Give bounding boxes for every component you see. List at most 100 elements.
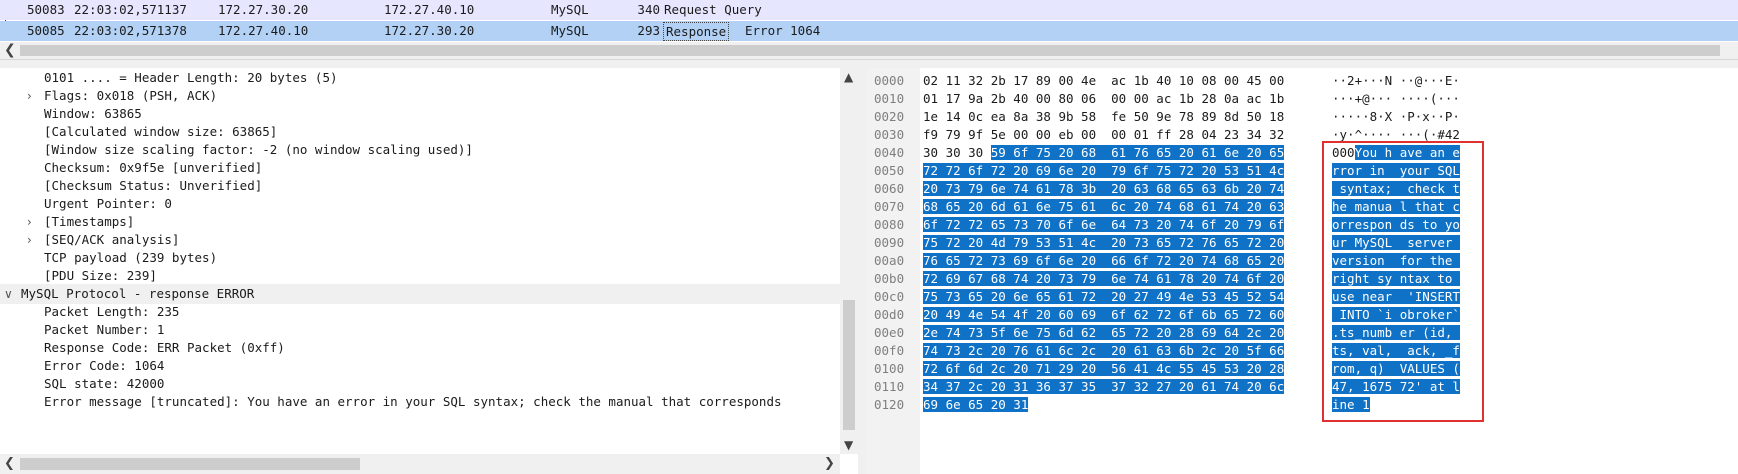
- hex-bytes-line[interactable]: 76 65 72 73 69 6f 6e 20 66 6f 72 20 74 6…: [923, 251, 1285, 271]
- scroll-down-icon[interactable]: ▼: [844, 438, 853, 452]
- hex-bytes-selected: 69 6e 65 20 31: [923, 397, 1029, 412]
- detail-tree-item[interactable]: TCP payload (239 bytes): [0, 248, 840, 268]
- pane-splitter[interactable]: [0, 60, 1738, 68]
- scrollbar-thumb[interactable]: [843, 300, 855, 430]
- hex-bytes-line[interactable]: 69 6e 65 20 31: [923, 395, 1029, 415]
- detail-tree-item[interactable]: › [SEQ/ACK analysis]: [0, 230, 840, 250]
- ascii-bytes-line[interactable]: ur MySQL server: [1332, 233, 1460, 253]
- hex-bytes-line[interactable]: 68 65 20 6d 61 6e 75 61 6c 20 74 68 61 7…: [923, 197, 1285, 217]
- ascii-bytes-line[interactable]: ine 1: [1332, 395, 1370, 415]
- detail-tree-item[interactable]: [PDU Size: 239]: [0, 266, 840, 286]
- hex-bytes-line[interactable]: 75 73 65 20 6e 65 61 72 20 27 49 4e 53 4…: [923, 287, 1285, 307]
- detail-tree-label: Packet Number: 1: [44, 322, 165, 337]
- ascii-bytes-line[interactable]: use near 'INSERT: [1332, 287, 1460, 307]
- scrollbar-thumb[interactable]: [20, 45, 1720, 56]
- detail-tree-item[interactable]: SQL state: 42000: [0, 374, 840, 394]
- hex-bytes-line[interactable]: 2e 74 73 5f 6e 75 6d 62 65 72 20 28 69 6…: [923, 323, 1285, 343]
- ascii-bytes-line[interactable]: INTO `i obroker`: [1332, 305, 1460, 325]
- byte-offset: 00c0: [874, 289, 905, 304]
- ascii-bytes-line[interactable]: right sy ntax to: [1332, 269, 1460, 289]
- byte-offset: 0070: [874, 199, 905, 214]
- hex-bytes-line[interactable]: 75 72 20 4d 79 53 51 4c 20 73 65 72 76 6…: [923, 233, 1285, 253]
- hex-bytes-line[interactable]: 1e 14 0c ea 8a 38 9b 58 fe 50 9e 78 89 8…: [923, 107, 1284, 127]
- hex-bytes-line[interactable]: 74 73 2c 20 76 61 6c 2c 20 61 63 6b 2c 2…: [923, 341, 1285, 361]
- hex-bytes-line[interactable]: 72 6f 6d 2c 20 71 29 20 56 41 4c 55 45 5…: [923, 359, 1285, 379]
- detail-tree-item[interactable]: Error message [truncated]: You have an e…: [0, 392, 840, 412]
- detail-tree-label: Packet Length: 235: [44, 304, 180, 319]
- ascii-bytes-line[interactable]: he manua l that c: [1332, 197, 1460, 217]
- detail-tree-item[interactable]: Urgent Pointer: 0: [0, 194, 840, 214]
- ascii-bytes-line[interactable]: rror in your SQL: [1332, 161, 1460, 181]
- hex-bytes-line[interactable]: 34 37 2c 20 31 36 37 35 37 32 27 20 61 7…: [923, 377, 1285, 397]
- hex-bytes-line[interactable]: 20 73 79 6e 74 61 78 3b 20 63 68 65 63 6…: [923, 179, 1285, 199]
- hex-bytes-line[interactable]: 01 17 9a 2b 40 00 80 06 00 00 ac 1b 28 0…: [923, 89, 1284, 109]
- hex-bytes-selected: 74 73 2c 20 76 61 6c 2c 20 61 63 6b 2c 2…: [923, 343, 1285, 358]
- ascii-bytes-line[interactable]: ··2+···N ··@···E·: [1332, 71, 1460, 91]
- detail-tree-item[interactable]: › Flags: 0x018 (PSH, ACK): [0, 86, 840, 106]
- packet-details-pane: 0101 .... = Header Length: 20 bytes (5) ›…: [0, 68, 840, 454]
- ascii-bytes-line[interactable]: ·y·^···· ···(·#42: [1332, 125, 1460, 145]
- packet-length: 293: [637, 23, 660, 38]
- hex-bytes-line[interactable]: 30 30 30 59 6f 75 20 68 61 76 65 20 61 6…: [923, 143, 1285, 163]
- detail-tree-item[interactable]: Response Code: ERR Packet (0xff): [0, 338, 840, 358]
- ascii-bytes-line[interactable]: ·····8·X ·P·x··P·: [1332, 107, 1460, 127]
- hex-bytes: 02 11 32 2b 17 89 00 4e ac 1b 40 10 08 0…: [923, 73, 1285, 88]
- hex-bytes-selected: 20 49 4e 54 4f 20 60 69 6f 62 72 6f 6b 6…: [923, 307, 1285, 322]
- scroll-left-icon[interactable]: ❮: [4, 456, 15, 471]
- detail-tree-item[interactable]: ∨ MySQL Protocol - response ERROR: [0, 284, 840, 304]
- detail-tree-item[interactable]: 0101 .... = Header Length: 20 bytes (5): [0, 68, 840, 88]
- ascii-bytes-line[interactable]: version for the: [1332, 251, 1460, 271]
- byte-offset: 0050: [874, 163, 905, 178]
- hex-bytes-line[interactable]: 6f 72 72 65 73 70 6f 6e 64 73 20 74 6f 2…: [923, 215, 1285, 235]
- hex-bytes-line[interactable]: 72 72 6f 72 20 69 6e 20 79 6f 75 72 20 5…: [923, 161, 1285, 181]
- hex-bytes-line[interactable]: 20 49 4e 54 4f 20 60 69 6f 62 72 6f 6b 6…: [923, 305, 1285, 325]
- hex-bytes-line[interactable]: 02 11 32 2b 17 89 00 4e ac 1b 40 10 08 0…: [923, 71, 1284, 91]
- ascii-bytes-line[interactable]: 000You h ave an e: [1332, 143, 1460, 163]
- ascii-bytes: ··2+···N ··@···E·: [1332, 73, 1460, 88]
- packet-info: Error 1064: [745, 23, 821, 38]
- ascii-bytes-line[interactable]: ···+@··· ····(···: [1332, 89, 1460, 109]
- ascii-bytes-line[interactable]: .ts_numb er (id,: [1332, 323, 1460, 343]
- vertical-pane-splitter[interactable]: [858, 68, 866, 474]
- packet-row[interactable]: 50083 22:03:02,571137 172.27.30.20 172.2…: [0, 0, 1738, 20]
- scrollbar-thumb[interactable]: [20, 458, 360, 470]
- detail-tree-label: Urgent Pointer: 0: [44, 196, 172, 211]
- hex-bytes: f9 79 9f 5e 00 00 eb 00 00 01 ff 28 04 2…: [923, 127, 1285, 142]
- detail-tree-label: [Checksum Status: Unverified]: [44, 178, 263, 193]
- detail-tree-item[interactable]: Packet Length: 235: [0, 302, 840, 322]
- chevron-right-icon[interactable]: ›: [27, 212, 32, 232]
- chevron-right-icon[interactable]: ›: [27, 86, 32, 106]
- detail-tree-item[interactable]: Packet Number: 1: [0, 320, 840, 340]
- ascii-bytes-line[interactable]: syntax; check t: [1332, 179, 1460, 199]
- ascii-bytes-line[interactable]: rom, q) VALUES (: [1332, 359, 1460, 379]
- hex-bytes-line[interactable]: f9 79 9f 5e 00 00 eb 00 00 01 ff 28 04 2…: [923, 125, 1284, 145]
- packet-row-selected[interactable]: 50085 22:03:02,571378 172.27.40.10 172.2…: [0, 21, 1738, 41]
- ascii-bytes-line[interactable]: orrespon ds to yo: [1332, 215, 1460, 235]
- detail-tree-item[interactable]: Error Code: 1064: [0, 356, 840, 376]
- chevron-left-icon[interactable]: ❮: [4, 42, 16, 59]
- detail-tree-item[interactable]: Window: 63865: [0, 104, 840, 124]
- ascii-bytes-line[interactable]: ts, val, ack, _f: [1332, 341, 1460, 361]
- ascii-bytes-selected: You h ave an e: [1354, 145, 1460, 160]
- details-vertical-scrollbar[interactable]: ▲ ▼: [840, 68, 858, 454]
- detail-tree-item[interactable]: [Calculated window size: 63865]: [0, 122, 840, 142]
- byte-offset: 0020: [874, 109, 905, 124]
- scroll-up-icon[interactable]: ▲: [844, 70, 853, 84]
- byte-offset: 0030: [874, 127, 905, 142]
- detail-tree-item[interactable]: [Checksum Status: Unverified]: [0, 176, 840, 196]
- detail-tree-item[interactable]: [Window size scaling factor: -2 (no wind…: [0, 140, 840, 160]
- details-horizontal-scrollbar[interactable]: ❮ ❯: [0, 454, 840, 474]
- ascii-bytes-selected: right sy ntax to: [1332, 271, 1460, 286]
- detail-tree-item[interactable]: › [Timestamps]: [0, 212, 840, 232]
- detail-tree-item[interactable]: Checksum: 0x9f5e [unverified]: [0, 158, 840, 178]
- ascii-bytes-selected: ts, val, ack, _f: [1332, 343, 1460, 358]
- packet-list-horizontal-scrollbar[interactable]: ❮: [0, 42, 1738, 60]
- hex-bytes-selected: 59 6f 75 20 68 61 76 65 20 61 6e 20 65: [990, 145, 1285, 160]
- ascii-bytes-line[interactable]: 47, 1675 72' at l: [1332, 377, 1460, 397]
- hex-bytes-selected: 72 6f 6d 2c 20 71 29 20 56 41 4c 55 45 5…: [923, 361, 1285, 376]
- packet-list: 50083 22:03:02,571137 172.27.30.20 172.2…: [0, 0, 1738, 42]
- scroll-right-icon[interactable]: ❯: [824, 456, 835, 471]
- chevron-right-icon[interactable]: ›: [27, 230, 32, 250]
- chevron-down-icon[interactable]: ∨: [4, 284, 13, 304]
- hex-bytes-line[interactable]: 72 69 67 68 74 20 73 79 6e 74 61 78 20 7…: [923, 269, 1285, 289]
